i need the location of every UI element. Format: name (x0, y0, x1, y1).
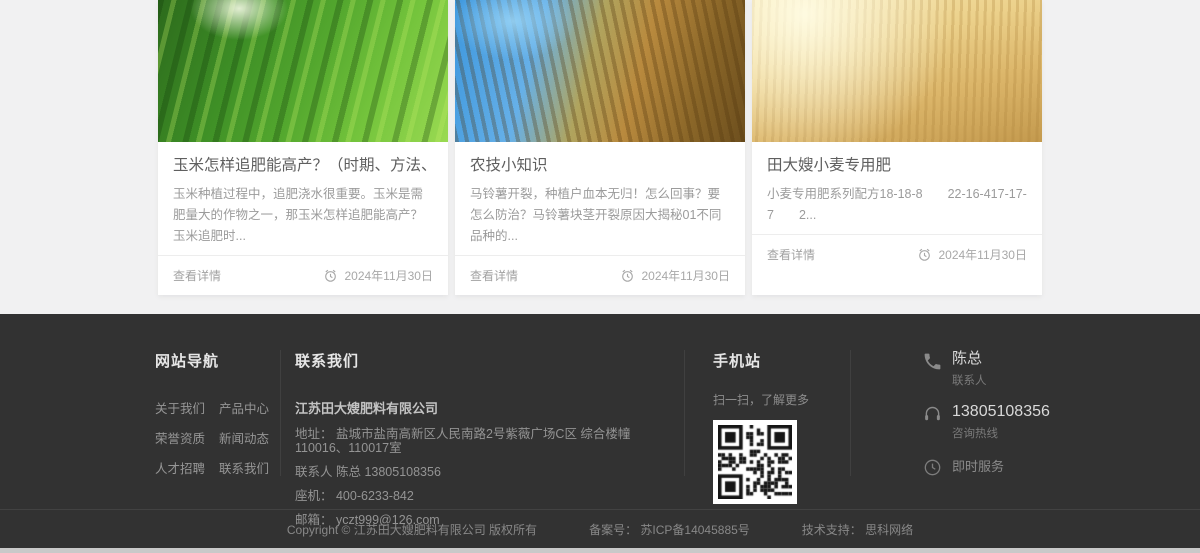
footer-contact-column: 联系我们 江苏田大嫂肥料有限公司 地址： 盐城市盐南高新区人民南路2号紫薇广场C… (295, 350, 670, 527)
footer-column-divider (684, 350, 685, 476)
nav-link-about[interactable]: 关于我们 (155, 398, 207, 417)
card-title: 玉米怎样追肥能高产？（时期、方法、次数、数量... (173, 155, 433, 177)
card-date-text: 2024年11月30日 (938, 246, 1027, 263)
card-date: 2024年11月30日 (620, 267, 730, 284)
landline-line: 座机： 400-6233-842 (295, 489, 670, 503)
contact-person-name: 陈总 (952, 350, 987, 368)
wheat-field-photo (752, 0, 1042, 142)
card-date-text: 2024年11月30日 (641, 267, 730, 284)
card-date: 2024年11月30日 (323, 267, 433, 284)
page-bottom-edge (0, 548, 1200, 553)
quick-service: 即时服务 (922, 456, 1050, 478)
card-excerpt: 小麦专用肥系列配方18-18-8 22-16-417-17-7 2... (767, 184, 1027, 226)
icp-record-text: 备案号： 苏ICP备14045885号 (589, 521, 750, 538)
view-details-link[interactable]: 查看详情 (470, 267, 518, 284)
corn-field-photo (158, 0, 448, 142)
card-excerpt: 马铃薯开裂，种植户血本无归！怎么回事？要怎么防治？马铃薯块茎开裂原因大揭秘01不… (470, 184, 730, 247)
card-body: 田大嫂小麦专用肥 小麦专用肥系列配方18-18-8 22-16-417-17-7… (752, 142, 1042, 234)
company-address: 地址： 盐城市盐南高新区人民南路2号紫薇广场C区 综合楼幢110016、1100… (295, 427, 670, 455)
news-card-list: 玉米怎样追肥能高产？（时期、方法、次数、数量... 玉米种植过程中，追肥浇水很重… (158, 0, 1042, 295)
qr-code-box (713, 420, 797, 504)
copyright-bar: Copyright © 江苏田大嫂肥料有限公司 版权所有 备案号： 苏ICP备1… (0, 509, 1200, 548)
footer-contact-title: 联系我们 (295, 350, 670, 371)
quick-contact-person: 陈总 联系人 (922, 350, 1050, 388)
card-footer: 查看详情 2024年11月30日 (752, 234, 1042, 274)
mobile-site-title: 手机站 (713, 350, 809, 371)
quick-contact-texts: 陈总 联系人 (952, 350, 987, 388)
footer-nav-links: 关于我们 产品中心 荣誉资质 新闻动态 人才招聘 联系我们 (155, 398, 271, 477)
card-date: 2024年11月30日 (917, 246, 1027, 263)
card-excerpt: 玉米种植过程中，追肥浇水很重要。玉米是需肥量大的作物之一，那玉米怎样追肥能高产？… (173, 184, 433, 247)
news-card[interactable]: 玉米怎样追肥能高产？（时期、方法、次数、数量... 玉米种植过程中，追肥浇水很重… (158, 0, 448, 295)
qr-scan-hint: 扫一扫，了解更多 (713, 391, 809, 408)
alarm-clock-icon (323, 268, 338, 283)
alarm-clock-icon (620, 268, 635, 283)
card-title: 农技小知识 (470, 155, 730, 177)
card-body: 农技小知识 马铃薯开裂，种植户血本无归！怎么回事？要怎么防治？马铃薯块茎开裂原因… (455, 142, 745, 255)
news-card[interactable]: 田大嫂小麦专用肥 小麦专用肥系列配方18-18-8 22-16-417-17-7… (752, 0, 1042, 295)
rice-field-photo (455, 0, 745, 142)
card-title: 田大嫂小麦专用肥 (767, 155, 1027, 177)
view-details-link[interactable]: 查看详情 (173, 267, 221, 284)
footer-nav-title: 网站导航 (155, 350, 271, 371)
contact-person-label: 联系人 (952, 372, 987, 388)
card-footer: 查看详情 2024年11月30日 (455, 255, 745, 295)
qr-code (718, 425, 792, 499)
clock-icon (922, 457, 943, 478)
quick-hotline: 13805108356 咨询热线 (922, 403, 1050, 441)
hotline-label: 咨询热线 (952, 425, 1050, 441)
footer-nav-column: 网站导航 关于我们 产品中心 荣誉资质 新闻动态 人才招聘 联系我们 (155, 350, 271, 477)
nav-link-careers[interactable]: 人才招聘 (155, 458, 207, 477)
footer-mobile-column: 手机站 扫一扫，了解更多 (713, 350, 809, 504)
site-footer: 网站导航 关于我们 产品中心 荣誉资质 新闻动态 人才招聘 联系我们 联系我们 … (0, 314, 1200, 548)
phone-icon (922, 351, 943, 372)
tech-support-text: 技术支持： 思科网络 (802, 521, 913, 538)
copyright-text: Copyright © 江苏田大嫂肥料有限公司 版权所有 (287, 521, 537, 538)
nav-link-contact[interactable]: 联系我们 (219, 458, 271, 477)
card-date-text: 2024年11月30日 (344, 267, 433, 284)
card-body: 玉米怎样追肥能高产？（时期、方法、次数、数量... 玉米种植过程中，追肥浇水很重… (158, 142, 448, 255)
company-name: 江苏田大嫂肥料有限公司 (295, 398, 670, 417)
headset-icon (922, 404, 943, 425)
quick-hotline-texts: 13805108356 咨询热线 (952, 403, 1050, 441)
footer-column-divider (280, 350, 281, 476)
view-details-link[interactable]: 查看详情 (767, 246, 815, 263)
footer-quick-contact-column: 陈总 联系人 13805108356 咨询热线 即时服务 (922, 350, 1050, 493)
hotline-number: 13805108356 (952, 403, 1050, 421)
contact-person-line: 联系人 陈总 13805108356 (295, 465, 670, 479)
instant-service-label: 即时服务 (952, 456, 1004, 478)
alarm-clock-icon (917, 247, 932, 262)
nav-link-news[interactable]: 新闻动态 (219, 428, 271, 447)
card-footer: 查看详情 2024年11月30日 (158, 255, 448, 295)
footer-column-divider (850, 350, 851, 476)
news-card[interactable]: 农技小知识 马铃薯开裂，种植户血本无归！怎么回事？要怎么防治？马铃薯块茎开裂原因… (455, 0, 745, 295)
nav-link-products[interactable]: 产品中心 (219, 398, 271, 417)
nav-link-honors[interactable]: 荣誉资质 (155, 428, 207, 447)
